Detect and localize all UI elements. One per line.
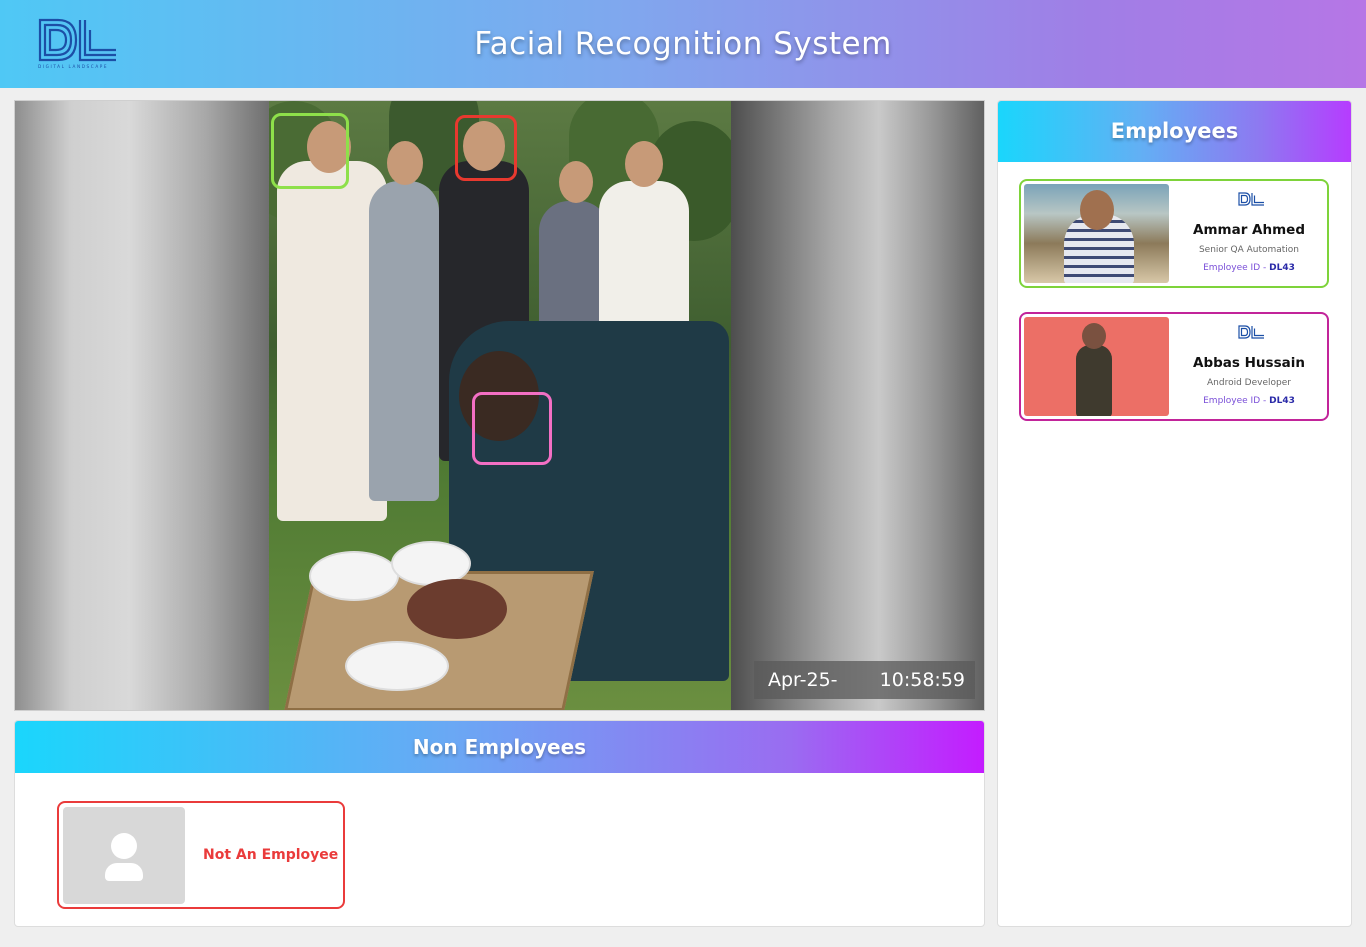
- unrecognized-face-box: [455, 115, 517, 181]
- employee-role: Senior QA Automation: [1198, 245, 1300, 255]
- app-header: DIGITAL LANDSCAPE Facial Recognition Sys…: [0, 0, 1366, 88]
- employee-photo: [1024, 317, 1169, 416]
- non-employees-title: Non Employees: [15, 721, 984, 773]
- timestamp-date: Apr-25-2021: [768, 669, 838, 710]
- employee-photo: [1024, 184, 1169, 283]
- employee-card[interactable]: Ammar Ahmed Senior QA Automation Employe…: [1019, 179, 1329, 288]
- timestamp-time: 10:58:59: [879, 669, 965, 691]
- page-title: Facial Recognition System: [474, 26, 892, 62]
- employee-card[interactable]: Abbas Hussain Android Developer Employee…: [1019, 312, 1329, 421]
- employees-panel: Employees Ammar Ahmed Senior QA Automati…: [997, 100, 1352, 927]
- non-employee-card[interactable]: Not An Employee: [57, 801, 345, 909]
- employee-id: Employee ID - DL43: [1203, 263, 1295, 273]
- company-logo-icon: [1238, 192, 1264, 206]
- recognized-face-box: [472, 392, 552, 465]
- camera-feed: Apr-25-2021 10:58:59: [14, 100, 985, 711]
- employee-role: Android Developer: [1207, 378, 1291, 388]
- employees-title: Employees: [998, 101, 1351, 162]
- recognized-face-box: [271, 113, 349, 189]
- non-employee-label: Not An Employee: [203, 847, 339, 863]
- video-timestamp: Apr-25-2021 10:58:59: [754, 661, 975, 710]
- company-logo-icon: [1238, 325, 1264, 339]
- employee-name: Ammar Ahmed: [1193, 222, 1305, 238]
- user-placeholder-icon: [63, 807, 185, 904]
- blurred-right-region: [731, 101, 984, 710]
- employee-name: Abbas Hussain: [1193, 355, 1305, 371]
- employee-id: Employee ID - DL43: [1203, 396, 1295, 406]
- non-employees-panel: Non Employees Not An Employee: [14, 720, 985, 927]
- blurred-left-region: [15, 101, 269, 710]
